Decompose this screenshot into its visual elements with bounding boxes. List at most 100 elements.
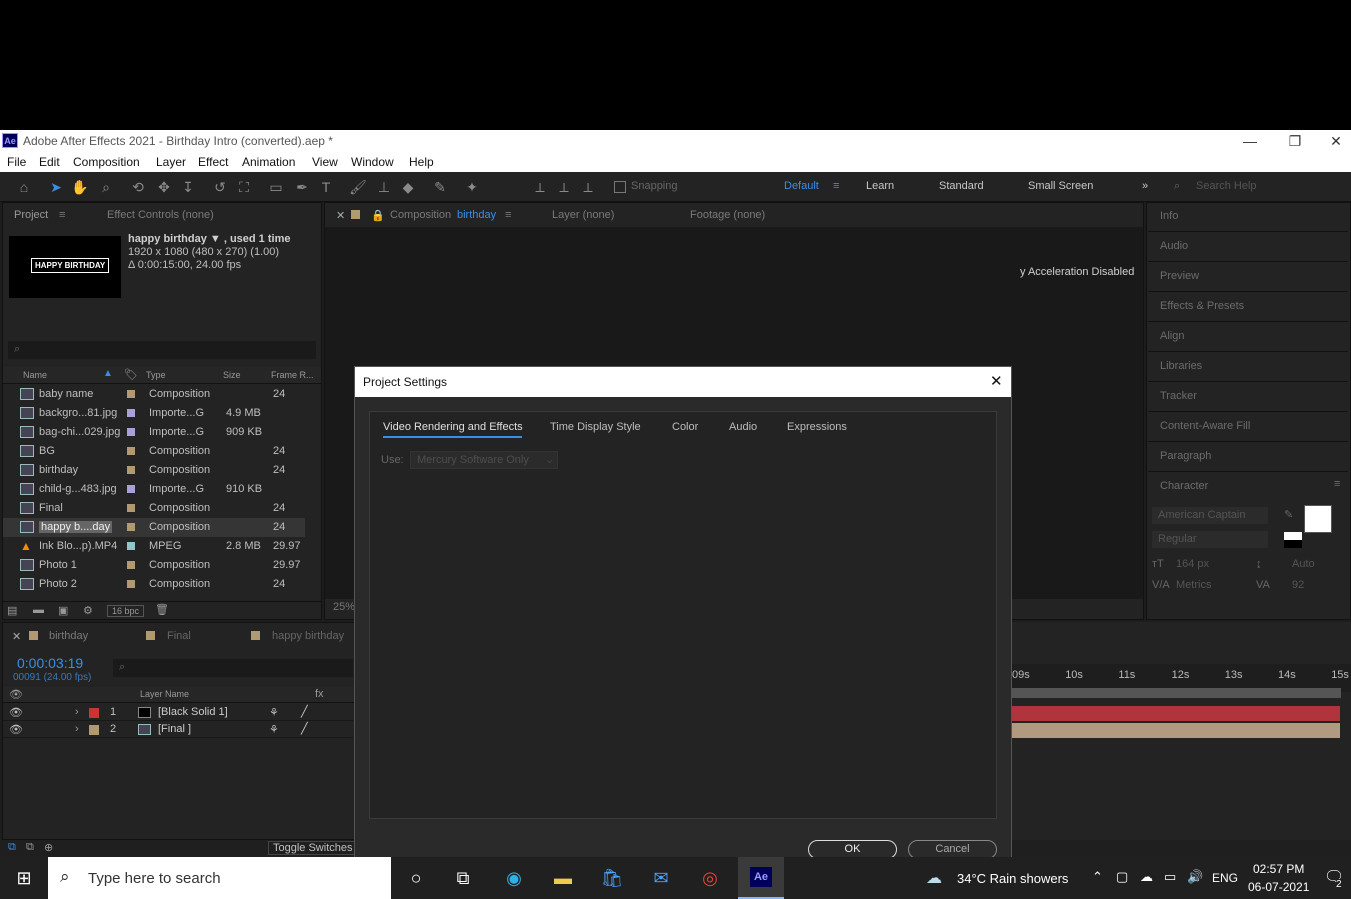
effects-presets-panel[interactable]: Effects & Presets [1148,292,1348,322]
tab-color[interactable]: Color [672,421,698,433]
project-item-row[interactable]: birthday Composition 24 [3,461,305,480]
project-item-row[interactable]: child-g...483.jpg Importe...G 910 KB [3,480,305,499]
menu-composition[interactable]: Composition [73,155,140,169]
tab-time-display-style[interactable]: Time Display Style [550,421,641,433]
network-icon[interactable]: ▭ [1164,869,1176,885]
comp-flowchart-icon[interactable]: ⧉ [8,841,16,854]
onedrive-icon[interactable]: ☁ [1140,869,1153,885]
label-color-swatch[interactable] [127,561,135,569]
font-size-value[interactable]: 164 px [1176,558,1209,570]
black-swatch[interactable] [1284,540,1302,548]
chrome-icon[interactable]: ◎ [690,863,730,893]
workspace-small-screen[interactable]: Small Screen [1028,180,1093,192]
minimize-button[interactable]: — [1230,131,1270,151]
panel-menu-icon[interactable]: ≡ [505,209,511,221]
pan-tool-icon[interactable]: ✥ [154,177,174,197]
tracking-value[interactable]: 92 [1292,579,1304,591]
label-color-swatch[interactable] [127,485,135,493]
taskbar-search-box[interactable]: ⌕ Type here to search [48,857,391,899]
roto-brush-tool-icon[interactable]: ✎ [430,177,450,197]
maximize-button[interactable]: ❐ [1275,131,1315,151]
clone-stamp-tool-icon[interactable]: ⊥ [374,177,394,197]
kerning-value[interactable]: Metrics [1176,579,1211,591]
project-item-row[interactable]: Photo 2 Composition 24 [3,575,305,594]
dialog-close-icon[interactable]: ✕ [990,372,1003,390]
close-button[interactable]: ✕ [1321,131,1351,151]
preview-panel[interactable]: Preview [1148,262,1348,292]
panel-menu-icon[interactable]: ≡ [1334,478,1340,490]
project-settings-icon[interactable]: ⚙ [83,604,93,617]
project-item-row[interactable]: happy b....day Composition 24 [3,518,305,537]
project-item-row[interactable]: baby name Composition 24 [3,385,305,404]
language-indicator[interactable]: ENG [1212,871,1238,885]
menu-view[interactable]: View [312,155,338,169]
close-tab-icon[interactable]: ✕ [336,209,345,222]
column-type[interactable]: Type [146,370,166,380]
font-style-select[interactable]: Regular [1152,531,1268,548]
search-help-input[interactable]: Search Help [1196,180,1257,192]
store-icon[interactable]: 🛍 [592,863,632,893]
workspace-menu-icon[interactable]: ≡ [833,180,839,192]
leading-value[interactable]: Auto [1292,558,1315,570]
new-folder-icon[interactable]: ▬ [33,604,44,616]
label-tag-icon[interactable]: 🏷 [124,368,138,381]
tab-effect-controls[interactable]: Effect Controls (none) [107,209,214,221]
libraries-panel[interactable]: Libraries [1148,352,1348,382]
project-item-row[interactable]: bag-chi...029.jpg Importe...G 909 KB [3,423,305,442]
current-timecode[interactable]: 0:00:03:19 [17,655,83,671]
workspace-standard[interactable]: Standard [939,180,984,192]
chevron-up-icon[interactable]: ⌃ [1092,869,1103,885]
fill-color-swatch[interactable] [1304,505,1332,533]
new-composition-icon[interactable]: ▣ [58,604,68,617]
layer-label-color[interactable] [89,725,99,735]
tracker-panel[interactable]: Tracker [1148,382,1348,412]
visibility-icon[interactable]: 👁 [9,706,23,719]
pen-tool-icon[interactable]: ✒ [292,177,312,197]
mail-icon[interactable]: ✉ [641,863,681,893]
project-item-row[interactable]: backgro...81.jpg Importe...G 4.9 MB [3,404,305,423]
tab-composition-birthday[interactable]: birthday [457,209,496,221]
frame-blend-icon[interactable]: ⊕ [44,841,53,854]
zoom-tool-icon[interactable]: ⌕ [96,177,116,197]
hand-tool-icon[interactable]: ✋ [70,177,90,197]
interpret-footage-icon[interactable]: ▤ [7,604,17,617]
character-panel-title[interactable]: Character [1160,480,1208,492]
label-color-swatch[interactable] [127,580,135,588]
project-item-row[interactable]: Final Composition 24 [3,499,305,518]
quality-switch-icon[interactable]: ╱ [301,722,308,735]
brush-tool-icon[interactable]: 🖌 [348,177,368,197]
visibility-icon[interactable]: 👁 [9,723,23,736]
sort-ascending-icon[interactable]: ▲ [103,368,113,379]
white-swatch[interactable] [1284,532,1302,540]
dolly-tool-icon[interactable]: ↧ [178,177,198,197]
weather-icon[interactable]: ☁ [926,868,942,888]
home-icon[interactable]: ⌂ [14,177,34,197]
shape-tool-icon[interactable]: ▭ [266,177,286,197]
close-tab-icon[interactable]: ✕ [12,630,21,643]
project-item-row[interactable]: Photo 1 Composition 29.97 [3,556,305,575]
orbit-tool-icon[interactable]: ⟲ [128,177,148,197]
tab-audio[interactable]: Audio [729,421,757,433]
anchor-tool-icon[interactable]: ⛶ [234,177,254,197]
timeline-tab-birthday[interactable]: birthday [49,630,88,642]
menu-layer[interactable]: Layer [156,155,186,169]
menu-animation[interactable]: Animation [242,155,295,169]
draft-3d-icon[interactable]: ⧉ [26,841,34,854]
tab-project[interactable]: Project [14,209,48,221]
tab-layer[interactable]: Layer (none) [552,209,614,221]
start-icon[interactable]: ⊞ [4,863,44,893]
menu-file[interactable]: File [7,155,26,169]
content-aware-fill-panel[interactable]: Content-Aware Fill [1148,412,1348,442]
bpc-button[interactable]: 16 bpc [107,605,145,617]
axis-view-icon[interactable]: ⟂ [578,177,598,197]
menu-help[interactable]: Help [409,155,434,169]
chevron-right-icon[interactable]: › [75,706,79,718]
project-search-input[interactable]: ⌕ [8,341,316,359]
zoom-level[interactable]: 25% [333,601,355,613]
workspace-learn[interactable]: Learn [866,180,894,192]
volume-icon[interactable]: 🔊 [1187,869,1203,885]
quality-switch-icon[interactable]: ╱ [301,705,308,718]
label-color-swatch[interactable] [127,428,135,436]
layer-row[interactable]: 👁 › 1 [Black Solid 1] ⚘ ╱ [3,704,353,721]
shy-switch-icon[interactable]: ⚘ [269,723,279,736]
